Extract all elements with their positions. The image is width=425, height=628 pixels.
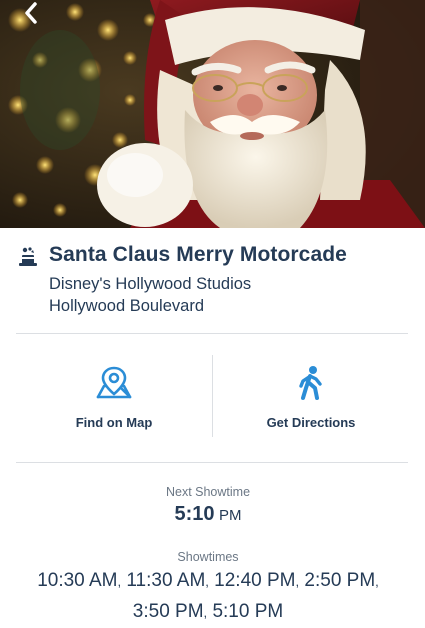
area-name: Hollywood Boulevard (49, 297, 205, 315)
showtime-meridiem: PM (175, 601, 204, 622)
showtime-meridiem: AM (88, 570, 118, 591)
showtime-time: 5:10 (212, 601, 250, 622)
next-showtime-time: 5:10 (174, 503, 215, 525)
next-showtime-value: 5:10 PM (0, 503, 416, 526)
find-on-map-button[interactable]: Find on Map (14, 352, 214, 440)
hero-photo (0, 0, 425, 228)
showtime-item: 10:30 AM (37, 570, 117, 591)
showtime-item: 3:50 PM (133, 601, 204, 622)
showtime-item: 2:50 PM (304, 570, 375, 591)
showtime-item: 12:40 PM (214, 570, 295, 591)
divider (16, 333, 408, 334)
showtime-time: 10:30 (37, 570, 85, 591)
showtime-time: 2:50 (304, 570, 342, 591)
showtime-item: 5:10 PM (212, 601, 283, 622)
magic-hat-icon (19, 247, 37, 266)
showtime-time: 3:50 (132, 601, 170, 622)
showtimes-label: Showtimes (177, 550, 239, 564)
santa-photo (0, 0, 425, 228)
showtime-time: 11:30 (126, 570, 173, 591)
showtime-meridiem: PM (267, 570, 296, 591)
showtimes-list: 10:30 AM, 11:30 AM, 12:40 PM, 2:50 PM, 3… (37, 570, 379, 622)
map-pin-icon (96, 366, 132, 399)
walking-person-icon (299, 366, 322, 400)
attraction-header: Santa Claus Merry Motorcade Disney's Hol… (0, 228, 425, 332)
divider (16, 462, 408, 463)
get-directions-button[interactable]: Get Directions (211, 352, 411, 440)
park-name: Disney's Hollywood Studios (49, 275, 252, 293)
action-divider (212, 355, 213, 437)
next-showtime-meridiem: PM (218, 507, 242, 524)
get-directions-label: Get Directions (266, 415, 356, 430)
showtime-meridiem: AM (176, 570, 206, 591)
showtime-meridiem: PM (346, 570, 376, 591)
showtime-meridiem: PM (254, 601, 284, 622)
find-on-map-label: Find on Map (75, 415, 153, 430)
attraction-title: Santa Claus Merry Motorcade (49, 243, 347, 266)
next-showtime-label: Next Showtime (165, 485, 251, 499)
chevron-left-icon (25, 2, 37, 24)
back-button[interactable] (14, 0, 48, 26)
showtime-item: 11:30 AM (126, 570, 205, 591)
showtime-time: 12:40 (214, 570, 262, 591)
